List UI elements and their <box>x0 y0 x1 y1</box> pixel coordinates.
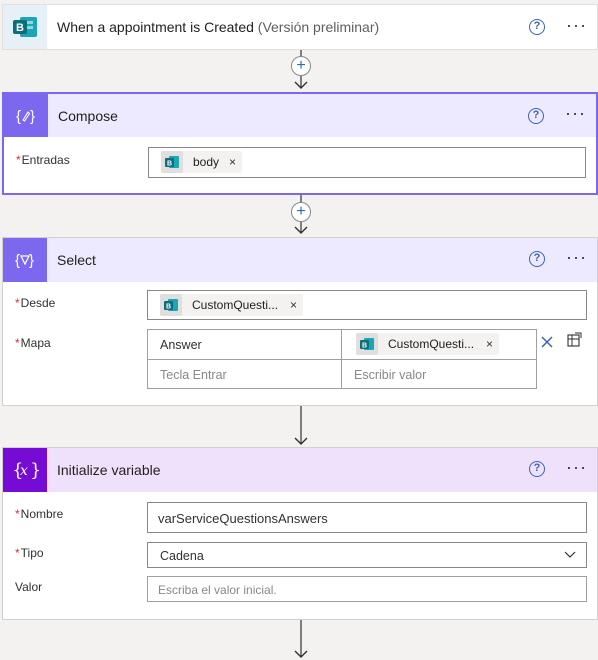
desde-label-text: Desde <box>20 296 56 310</box>
remove-token-icon[interactable]: × <box>486 337 493 351</box>
mapa-key-value: Answer <box>160 338 202 352</box>
valor-label-text: Valor <box>15 580 43 594</box>
svg-text:B: B <box>16 22 24 34</box>
svg-text:B: B <box>167 161 172 168</box>
svg-text:{: { <box>15 252 20 269</box>
more-options-icon[interactable]: ··· <box>566 458 587 476</box>
mapa-label-text: Mapa <box>20 336 51 350</box>
body-token-label: body <box>193 155 220 169</box>
trigger-title: When a appointment is Created (Versión p… <box>57 19 379 35</box>
select-card[interactable]: { } Select ? ··· *Desde B CustomQuesti..… <box>2 237 598 406</box>
initialize-variable-header[interactable]: { x } Initialize variable ? ··· <box>3 448 597 492</box>
tipo-label-text: Tipo <box>20 546 44 560</box>
initialize-variable-card[interactable]: { x } Initialize variable ? ··· *Nombre … <box>2 447 598 620</box>
help-icon[interactable]: ? <box>529 251 545 267</box>
help-icon[interactable]: ? <box>528 108 544 124</box>
svg-text:x: x <box>20 463 28 479</box>
custom-questions-token-label: CustomQuesti... <box>388 337 475 351</box>
bookings-icon: B <box>356 333 378 355</box>
bookings-icon: B <box>161 151 183 173</box>
entradas-label-text: Entradas <box>21 153 70 167</box>
svg-text:B: B <box>362 343 367 350</box>
connector-arrow <box>294 620 308 658</box>
custom-questions-token[interactable]: B CustomQuesti... × <box>160 294 304 316</box>
compose-icon: { } <box>4 94 48 137</box>
add-step-button[interactable]: + <box>291 56 311 76</box>
remove-token-icon[interactable]: × <box>229 155 236 169</box>
mapa-new-value-field[interactable]: Escribir valor <box>341 359 537 389</box>
valor-label: Valor <box>15 580 42 594</box>
nombre-field[interactable]: varServiceQuestionsAnswers <box>147 502 587 533</box>
switch-to-text-mode-icon[interactable] <box>566 332 582 348</box>
trigger-title-text: When a appointment is Created <box>57 19 254 35</box>
required-marker: * <box>15 296 20 310</box>
compose-title: Compose <box>58 107 118 124</box>
svg-text:{: { <box>16 108 21 125</box>
custom-questions-token-label: CustomQuesti... <box>192 298 279 312</box>
chevron-down-icon <box>564 551 576 558</box>
nombre-label: *Nombre <box>15 507 63 521</box>
valor-field[interactable]: Escriba el valor inicial. <box>147 576 587 602</box>
connector-arrow <box>294 406 308 445</box>
svg-text:}: } <box>30 460 39 481</box>
trigger-header[interactable]: B When a appointment is Created (Versión… <box>3 5 597 49</box>
nombre-value: varServiceQuestionsAnswers <box>158 511 328 526</box>
desde-field[interactable]: B CustomQuesti... × <box>147 290 587 320</box>
tipo-dropdown[interactable]: Cadena <box>147 542 587 568</box>
add-step-button[interactable]: + <box>291 202 311 222</box>
compose-header[interactable]: { } Compose ? ··· <box>4 94 596 137</box>
custom-questions-token[interactable]: B CustomQuesti... × <box>356 333 500 355</box>
value-placeholder: Escribir valor <box>354 368 427 382</box>
more-options-icon[interactable]: ··· <box>566 16 587 34</box>
mapa-key-field[interactable]: Answer <box>147 329 342 360</box>
valor-placeholder: Escriba el valor inicial. <box>158 583 277 597</box>
nombre-label-text: Nombre <box>20 507 64 521</box>
select-header[interactable]: { } Select ? ··· <box>3 238 597 282</box>
bookings-icon: B <box>160 294 182 316</box>
trigger-subtitle: (Versión preliminar) <box>257 19 380 35</box>
body-token[interactable]: B body × <box>161 151 243 173</box>
variable-icon: { x } <box>3 448 47 492</box>
more-options-icon[interactable]: ··· <box>565 104 586 122</box>
svg-text:}: } <box>30 108 35 125</box>
required-marker: * <box>16 153 21 167</box>
remove-token-icon[interactable]: × <box>290 298 297 312</box>
trigger-card[interactable]: B When a appointment is Created (Versión… <box>2 4 598 50</box>
required-marker: * <box>15 546 20 560</box>
initialize-variable-title: Initialize variable <box>57 462 161 478</box>
bookings-icon: B <box>3 5 47 49</box>
help-icon[interactable]: ? <box>529 461 545 477</box>
tipo-selected-value: Cadena <box>160 549 204 563</box>
key-placeholder: Tecla Entrar <box>160 368 227 382</box>
more-options-icon[interactable]: ··· <box>566 248 587 266</box>
required-marker: * <box>15 336 20 350</box>
help-icon[interactable]: ? <box>529 19 545 35</box>
tipo-label: *Tipo <box>15 546 44 560</box>
mapa-new-key-field[interactable]: Tecla Entrar <box>147 359 342 389</box>
compose-card[interactable]: { } Compose ? ··· *Entradas B body × <box>2 92 598 195</box>
mapa-label: *Mapa <box>15 336 51 350</box>
mapa-value-field[interactable]: B CustomQuesti... × <box>341 329 537 360</box>
select-icon: { } <box>3 238 47 282</box>
entradas-label: *Entradas <box>16 153 70 167</box>
close-icon[interactable] <box>540 335 554 349</box>
select-title: Select <box>57 252 96 268</box>
required-marker: * <box>15 507 20 521</box>
svg-text:}: } <box>29 252 34 269</box>
entradas-field[interactable]: B body × <box>148 147 586 178</box>
svg-text:B: B <box>166 304 171 311</box>
desde-label: *Desde <box>15 296 55 310</box>
